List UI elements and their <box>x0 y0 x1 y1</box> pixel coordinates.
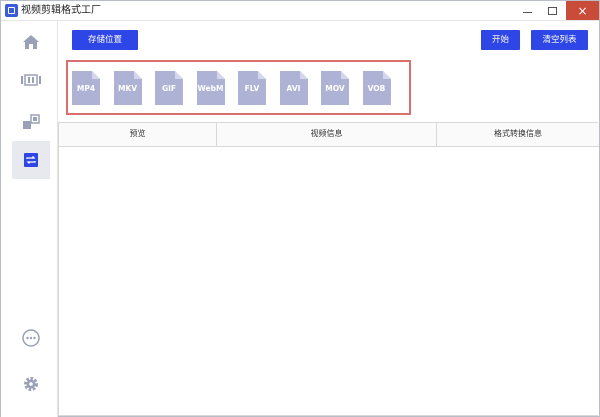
sidebar-item-settings[interactable] <box>12 365 50 403</box>
clear-list-button[interactable]: 清空列表 <box>531 30 588 50</box>
header-video-info: 视频信息 <box>217 123 437 147</box>
format-label: MKV <box>117 84 138 93</box>
sidebar-item-convert[interactable] <box>12 141 50 179</box>
format-gif-button[interactable]: GIF <box>155 71 183 105</box>
format-label: VOB <box>367 84 386 93</box>
format-flv-button[interactable]: FLV <box>238 71 266 105</box>
app-window: 视频剪辑格式工厂 × 存储位置 开始 清空列表 MP4 MKV GIF WebM… <box>0 0 600 417</box>
format-webm-button[interactable]: WebM <box>196 71 225 105</box>
title-bar[interactable]: 视频剪辑格式工厂 × <box>1 1 599 21</box>
minimize-button[interactable] <box>515 1 540 20</box>
header-preview: 预览 <box>59 123 217 147</box>
format-label: GIF <box>161 84 177 93</box>
format-mkv-button[interactable]: MKV <box>113 71 142 105</box>
app-logo-icon <box>5 4 18 17</box>
save-location-button[interactable]: 存储位置 <box>72 30 138 50</box>
format-label: WebM <box>197 84 224 93</box>
maximize-button[interactable] <box>540 1 565 20</box>
clip-icon <box>21 74 41 86</box>
start-button[interactable]: 开始 <box>481 30 520 50</box>
home-icon <box>23 35 39 49</box>
close-button[interactable]: × <box>566 1 599 20</box>
format-mov-button[interactable]: MOV <box>321 71 349 105</box>
merge-icon <box>23 114 40 129</box>
header-conversion-info: 格式转换信息 <box>494 129 542 138</box>
format-label: MOV <box>325 84 345 93</box>
more-icon <box>22 329 40 347</box>
format-vob-button[interactable]: VOB <box>362 71 391 105</box>
sidebar-item-merge[interactable] <box>12 103 50 141</box>
sidebar-item-home[interactable] <box>12 23 50 61</box>
file-table: 预览 视频信息 格式转换信息 <box>58 122 599 416</box>
gear-icon <box>24 377 38 391</box>
format-avi-button[interactable]: AVI <box>279 71 308 105</box>
format-label: FLV <box>244 84 260 93</box>
format-label: MP4 <box>76 84 96 93</box>
format-label: AVI <box>286 84 301 93</box>
sidebar <box>1 21 58 417</box>
format-mp4-button[interactable]: MP4 <box>72 71 100 105</box>
sidebar-item-more[interactable] <box>12 319 50 357</box>
window-title: 视频剪辑格式工厂 <box>21 5 101 16</box>
convert-icon <box>24 153 38 167</box>
sidebar-item-clip[interactable] <box>12 61 50 99</box>
table-header: 预览 视频信息 格式转换信息 <box>59 123 599 147</box>
